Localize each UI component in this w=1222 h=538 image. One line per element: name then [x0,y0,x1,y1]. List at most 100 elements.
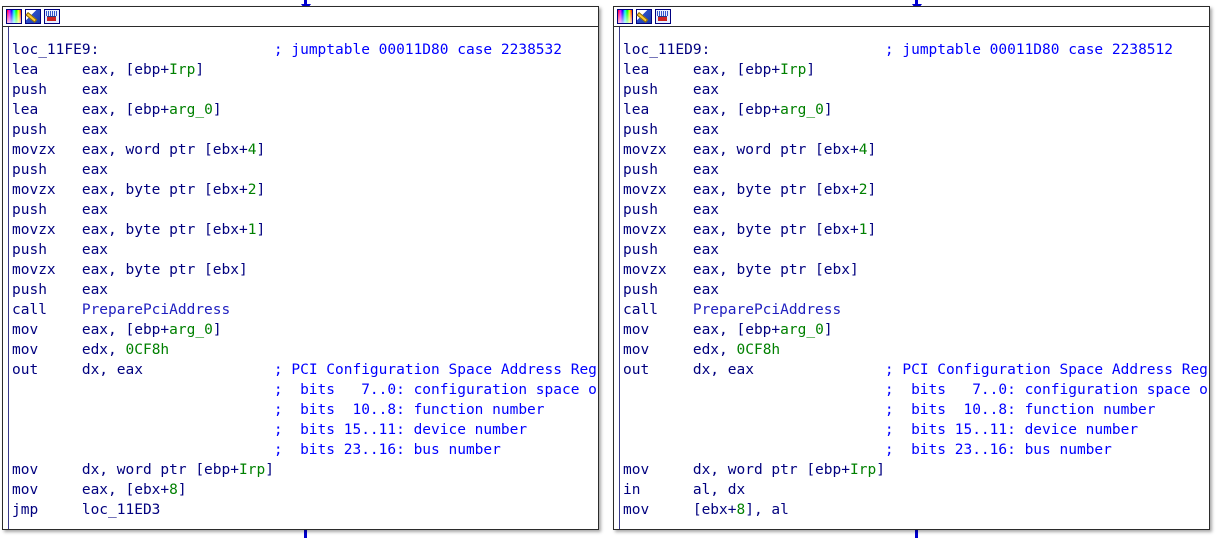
comment-spacer [754,362,885,378]
disassembly-line[interactable]: push eax [623,160,1209,180]
disassembly-line[interactable]: call PreparePciAddress [623,300,1209,320]
disassembly-line[interactable]: push eax [12,280,598,300]
node-code-area-left[interactable]: loc_11FE9: ; jumptable 00011D80 case 223… [3,27,598,529]
pencil-icon[interactable] [636,9,652,24]
disassembly-line[interactable]: movzx eax, byte ptr [ebx] [623,260,1209,280]
instruction-mnemonic: lea [623,102,693,118]
instruction-operands: dx, eax [692,362,754,378]
graph-canvas: loc_11FE9: ; jumptable 00011D80 case 223… [0,0,1222,538]
instruction-operands-tail: ] [806,62,816,78]
disassembly-line[interactable]: push eax [623,200,1209,220]
instruction-operands-tail: ] [256,182,266,198]
disassembly-line[interactable]: movzx eax, byte ptr [ebx+2] [12,180,598,200]
disassembly-line[interactable]: movzx eax, byte ptr [ebx+1] [623,220,1209,240]
instruction-mnemonic: out [12,362,82,378]
disassembly-line[interactable]: loc_11ED9: ; jumptable 00011D80 case 223… [623,40,1209,60]
disassembly-line[interactable]: push eax [12,240,598,260]
instruction-mnemonic: movzx [12,222,82,238]
instruction-mnemonic: movzx [12,182,82,198]
node-titlebar-left[interactable] [3,7,598,27]
disassembly-line[interactable]: push eax [12,80,598,100]
operand-symbol: Irp [169,62,196,78]
disassembly-line[interactable]: lea eax, [ebp+arg_0] [12,100,598,120]
disassembly-line[interactable]: mov [ebx+8], al [623,500,1209,520]
operand-symbol: 8 [169,482,178,498]
disassembly-line[interactable]: mov eax, [ebp+arg_0] [623,320,1209,340]
instruction-mnemonic: push [12,122,82,138]
disassembly-line[interactable]: lea eax, [ebp+Irp] [12,60,598,80]
graph-node-loc-11ed9[interactable]: loc_11ED9: ; jumptable 00011D80 case 223… [613,6,1210,530]
node-titlebar-right[interactable] [614,7,1209,27]
disassembly-line[interactable]: mov dx, word ptr [ebp+Irp] [623,460,1209,480]
disassembly-line[interactable]: ; bits 7..0: configuration space offset [12,380,598,400]
instruction-mnemonic: push [623,282,693,298]
disassembly-line[interactable]: mov eax, [ebx+8] [12,480,598,500]
disassembly-line[interactable]: movzx eax, byte ptr [ebx+2] [623,180,1209,200]
disassembly-line[interactable]: jmp loc_11ED3 [12,500,598,520]
disassembly-line[interactable]: lea eax, [ebp+arg_0] [623,100,1209,120]
disassembly-line[interactable]: push eax [12,160,598,180]
disassembly-line[interactable]: push eax [623,280,1209,300]
instruction-operands-tail: ] [823,322,833,338]
disassembly-line[interactable]: mov eax, [ebp+arg_0] [12,320,598,340]
line-comment: ; bits 10..8: function number [12,402,545,418]
instruction-operands-tail: ] [177,482,187,498]
disassembly-line[interactable]: in al, dx [623,480,1209,500]
instruction-mnemonic: movzx [623,262,693,278]
instruction-mnemonic: movzx [623,222,693,238]
disassembly-line[interactable]: movzx eax, word ptr [ebx+4] [623,140,1209,160]
instruction-mnemonic: push [623,202,693,218]
disassembly-line[interactable]: ; bits 10..8: function number [623,400,1209,420]
instruction-operands: eax [81,82,109,98]
instruction-mnemonic: lea [12,62,82,78]
disassembly-line[interactable]: ; bits 23..16: bus number [623,440,1209,460]
instruction-mnemonic: movzx [12,142,82,158]
palette-icon[interactable] [617,9,633,24]
disassembly-line[interactable]: mov dx, word ptr [ebp+Irp] [12,460,598,480]
operand-symbol: arg_0 [169,102,213,118]
text-window-icon[interactable] [44,9,60,24]
instruction-operands-tail: ] [256,222,266,238]
graph-node-loc-11fe9[interactable]: loc_11FE9: ; jumptable 00011D80 case 223… [2,6,599,530]
palette-icon[interactable] [6,9,22,24]
pencil-icon[interactable] [25,9,41,24]
line-comment: ; bits 15..11: device number [12,422,528,438]
instruction-operands-tail: ] [867,222,877,238]
instruction-operands: eax, byte ptr [ebx+ [81,222,248,238]
instruction-operands: eax, [ebx+ [81,482,170,498]
instruction-operands: eax, byte ptr [ebx] [81,262,248,278]
disassembly-line[interactable]: push eax [12,120,598,140]
node-code-area-right[interactable]: loc_11ED9: ; jumptable 00011D80 case 223… [614,27,1209,529]
instruction-mnemonic: mov [12,342,82,358]
disassembly-line[interactable]: ; bits 10..8: function number [12,400,598,420]
disassembly-line[interactable]: ; bits 23..16: bus number [12,440,598,460]
disassembly-line[interactable]: push eax [623,80,1209,100]
instruction-operands: eax [81,202,109,218]
disassembly-line[interactable]: movzx eax, word ptr [ebx+4] [12,140,598,160]
disassembly-line[interactable]: ; bits 15..11: device number [623,420,1209,440]
disassembly-line[interactable]: ; bits 15..11: device number [12,420,598,440]
operand-symbol: 0CF8h [736,342,781,358]
disassembly-line[interactable]: mov edx, 0CF8h [12,340,598,360]
disassembly-line[interactable]: movzx eax, byte ptr [ebx] [12,260,598,280]
disassembly-line[interactable]: call PreparePciAddress [12,300,598,320]
instruction-operands: eax, [ebp+ [81,62,170,78]
line-comment: ; bits 23..16: bus number [623,442,1112,458]
disassembly-line[interactable]: ; bits 7..0: configuration space offset [623,380,1209,400]
text-window-icon[interactable] [655,9,671,24]
disassembly-lines-left: loc_11FE9: ; jumptable 00011D80 case 223… [3,40,598,520]
disassembly-line[interactable]: out dx, eax ; PCI Configuration Space Ad… [12,360,598,380]
disassembly-line[interactable]: lea eax, [ebp+Irp] [623,60,1209,80]
disassembly-line[interactable]: push eax [623,120,1209,140]
line-comment: ; bits 23..16: bus number [12,442,501,458]
disassembly-line[interactable]: out dx, eax ; PCI Configuration Space Ad… [623,360,1209,380]
instruction-operands: dx, word ptr [ebp+ [692,462,850,478]
disassembly-line[interactable]: push eax [623,240,1209,260]
disassembly-line[interactable]: push eax [12,200,598,220]
disassembly-line[interactable]: loc_11FE9: ; jumptable 00011D80 case 223… [12,40,598,60]
operand-symbol: Irp [780,62,807,78]
instruction-operands: eax [692,162,720,178]
disassembly-line[interactable]: movzx eax, byte ptr [ebx+1] [12,220,598,240]
disassembly-line[interactable]: mov edx, 0CF8h [623,340,1209,360]
instruction-mnemonic: movzx [623,182,693,198]
